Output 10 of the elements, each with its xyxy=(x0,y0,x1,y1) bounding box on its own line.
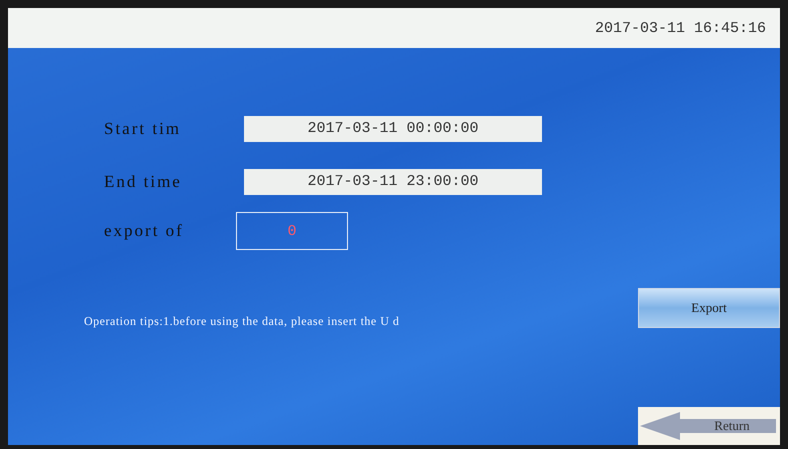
datetime-field[interactable]: 2017-03-11 23:00:00 xyxy=(244,168,542,194)
return-button[interactable]: Return xyxy=(638,407,780,445)
datetime-display: 2017-03-11 16:45:16 xyxy=(594,20,766,36)
operation-tips: Operation tips:1.before using the data, please insert the U d xyxy=(84,314,400,328)
export-button[interactable]: Export xyxy=(638,288,780,328)
left-arrow-icon xyxy=(640,411,776,441)
field-label: export of xyxy=(104,221,185,241)
datetime-field[interactable]: 2017-03-11 00:00:00 xyxy=(244,116,542,142)
field-label: End time xyxy=(104,172,183,192)
field-label: Start tim xyxy=(104,118,182,138)
